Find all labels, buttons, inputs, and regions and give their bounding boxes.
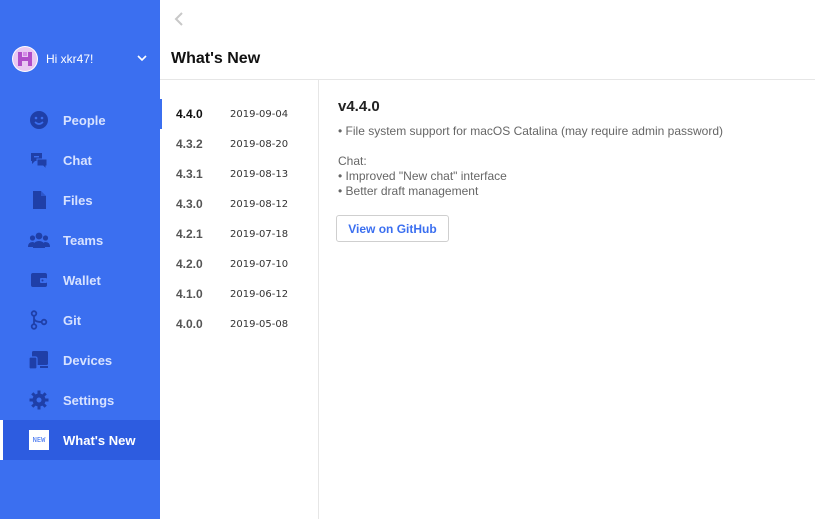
sidebar-item-teams[interactable]: Teams [0,220,160,260]
chat-bubbles-icon [28,149,50,171]
chevron-down-icon[interactable] [136,52,148,64]
user-avatar-icon [13,47,37,71]
sidebar-item-label: Settings [63,392,115,408]
version-item-4-3-1[interactable]: 4.3.1 2019-08-13 [160,159,318,189]
team-icon [28,229,50,251]
back-arrow-icon[interactable] [172,11,186,27]
git-branch-icon [28,309,50,331]
sidebar-item-files[interactable]: Files [0,180,160,220]
version-item-4-2-1[interactable]: 4.2.1 2019-07-18 [160,219,318,249]
version-item-4-1-0[interactable]: 4.1.0 2019-06-12 [160,279,318,309]
sidebar-item-label: Wallet [63,272,101,288]
version-number: 4.3.1 [176,167,203,181]
sidebar-item-label: What's New [63,432,136,448]
version-number: 4.2.0 [176,257,203,271]
version-date: 2019-08-12 [230,198,289,210]
version-date: 2019-09-04 [230,108,289,120]
version-item-4-2-0[interactable]: 4.2.0 2019-07-10 [160,249,318,279]
release-note-spacer [338,139,808,154]
file-icon [28,189,50,211]
user-menu[interactable]: Hi xkr47! [12,46,152,72]
page-title: What's New [171,50,261,67]
sidebar-item-wallet[interactable]: Wallet [0,260,160,300]
release-note-line: • Improved "New chat" interface [338,169,507,183]
view-on-github-button[interactable]: View on GitHub [336,215,449,242]
sidebar-nav: People Chat Files Teams Wallet Git Devic… [0,100,160,460]
sidebar-item-devices[interactable]: Devices [0,340,160,380]
wallet-icon [28,269,50,291]
version-date: 2019-07-10 [230,258,289,270]
release-title: v4.4.0 [338,98,380,115]
release-note-line: • Better draft management [338,184,479,198]
version-date: 2019-06-12 [230,288,289,300]
version-date: 2019-08-13 [230,168,289,180]
version-number: 4.3.2 [176,137,203,151]
sidebar-item-label: Devices [63,352,113,368]
new-badge-icon: NEW [28,429,50,451]
version-item-4-0-0[interactable]: 4.0.0 2019-05-08 [160,309,318,339]
version-number: 4.0.0 [176,317,203,331]
version-number: 4.3.0 [176,197,203,211]
smiley-icon [28,109,50,131]
version-date: 2019-05-08 [230,318,289,330]
release-note-line: • File system support for macOS Catalina… [338,124,724,138]
release-note-line: Chat: [338,154,367,168]
devices-icon [28,349,50,371]
sidebar-item-whats-new[interactable]: NEW What's New [0,420,160,460]
version-item-4-4-0[interactable]: 4.4.0 2019-09-04 [160,99,318,129]
gear-icon [28,389,50,411]
version-list: 4.4.0 2019-09-04 4.3.2 2019-08-20 4.3.1 … [160,80,319,519]
version-date: 2019-07-18 [230,228,289,240]
version-item-4-3-2[interactable]: 4.3.2 2019-08-20 [160,129,318,159]
version-number: 4.1.0 [176,287,203,301]
new-badge: NEW [29,430,49,450]
sidebar-item-git[interactable]: Git [0,300,160,340]
avatar [12,46,38,72]
sidebar-item-chat[interactable]: Chat [0,140,160,180]
version-item-4-3-0[interactable]: 4.3.0 2019-08-12 [160,189,318,219]
sidebar-item-label: People [63,112,106,128]
sidebar-item-label: Chat [63,152,92,168]
version-number: 4.2.1 [176,227,203,241]
user-greeting: Hi xkr47! [46,52,94,66]
sidebar-item-people[interactable]: People [0,100,160,140]
release-notes: v4.4.0 • File system support for macOS C… [336,98,808,242]
sidebar: Hi xkr47! People Chat Files Teams Wallet… [0,0,160,519]
sidebar-item-label: Git [63,312,82,328]
sidebar-item-label: Teams [63,232,104,248]
sidebar-item-settings[interactable]: Settings [0,380,160,420]
version-number: 4.4.0 [176,107,203,121]
sidebar-item-label: Files [63,192,93,208]
version-date: 2019-08-20 [230,138,289,150]
